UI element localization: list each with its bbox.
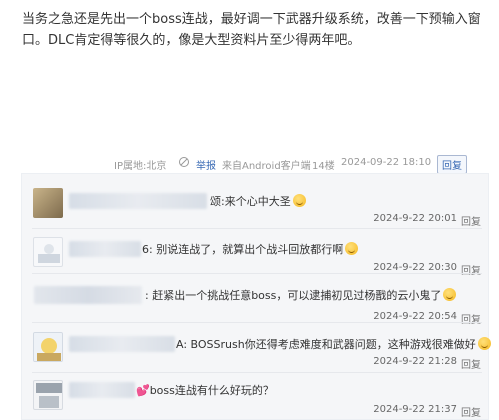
comment-timestamp: 2024-9-22 20:30 [373, 262, 457, 273]
comment-timestamp: 2024-9-22 21:37 [373, 404, 457, 415]
comment-timestamp: 2024-9-22 21:28 [373, 356, 457, 367]
comment-timestamp: 2024-9-22 20:01 [373, 213, 457, 224]
comment-text: 💕boss连战有什么好玩的？ [136, 384, 274, 397]
comment-timestamp: 2024-9-22 20:54 [373, 311, 457, 322]
avatar[interactable] [33, 380, 63, 410]
blurred-username [69, 193, 207, 209]
ip-location: IP属地:北京 [114, 161, 167, 172]
comment-reply-link[interactable]: 回复 [461, 404, 481, 419]
post-meta-row: IP属地:北京 举报 来自Android客户端 14楼 2024-09-22 1… [0, 155, 499, 174]
post-body-text: 当务之急还是先出一个boss连战，最好调一下武器升级系统，改善一下预输入窗口。D… [22, 12, 481, 48]
client-source: 来自Android客户端 [222, 161, 311, 172]
avatar[interactable] [33, 332, 63, 362]
smile-emoji-icon [292, 194, 306, 207]
list-item: 💕boss连战有什么好玩的？ 2024-9-22 21:37 回复 [22, 373, 490, 420]
blurred-username [69, 382, 135, 398]
floor-number: 14楼 [312, 161, 335, 172]
avatar[interactable] [33, 188, 63, 218]
comment-list: 颂:来个心中大圣 2024-9-22 20:01 回复 6: 别说连战了，就算出… [21, 173, 491, 420]
blurred-username [69, 241, 141, 257]
comment-reply-link[interactable]: 回复 [461, 356, 481, 371]
blurred-username [69, 336, 175, 352]
post-timestamp: 2024-09-22 18:10 [341, 157, 432, 168]
sparkle-heart-icon: 💕 [136, 384, 150, 397]
comment-reply-link[interactable]: 回复 [461, 213, 481, 228]
reply-button[interactable]: 回复 [437, 155, 467, 174]
report-link[interactable]: 举报 [196, 157, 216, 172]
comment-text: : 赶紧出一个挑战任意boss，可以逮捕初见过杨戬的云小鬼了 [145, 287, 457, 303]
grin-emoji-icon [443, 288, 457, 301]
blurred-username [34, 286, 142, 304]
list-item: 6: 别说连战了，就算出个战斗回放都行啊 2024-9-22 20:30 回复 [22, 229, 490, 277]
report-icon [178, 156, 190, 168]
comment-text: 颂:来个心中大圣 [210, 193, 306, 209]
comment-text: 6: 别说连战了，就算出个战斗回放都行啊 [142, 241, 359, 257]
comment-text: A: BOSSrush你还得考虑难度和武器问题，这种游戏很难做好 [176, 336, 491, 352]
list-item: A: BOSSrush你还得考虑难度和武器问题，这种游戏很难做好 2024-9-… [22, 323, 491, 371]
list-item: : 赶紧出一个挑战任意boss，可以逮捕初见过杨戬的云小鬼了 2024-9-22… [22, 274, 490, 326]
smirk-emoji-icon [477, 337, 491, 350]
list-item: 颂:来个心中大圣 2024-9-22 20:01 回复 [22, 174, 490, 228]
sweat-smile-emoji-icon [345, 242, 359, 255]
avatar[interactable] [33, 237, 63, 267]
